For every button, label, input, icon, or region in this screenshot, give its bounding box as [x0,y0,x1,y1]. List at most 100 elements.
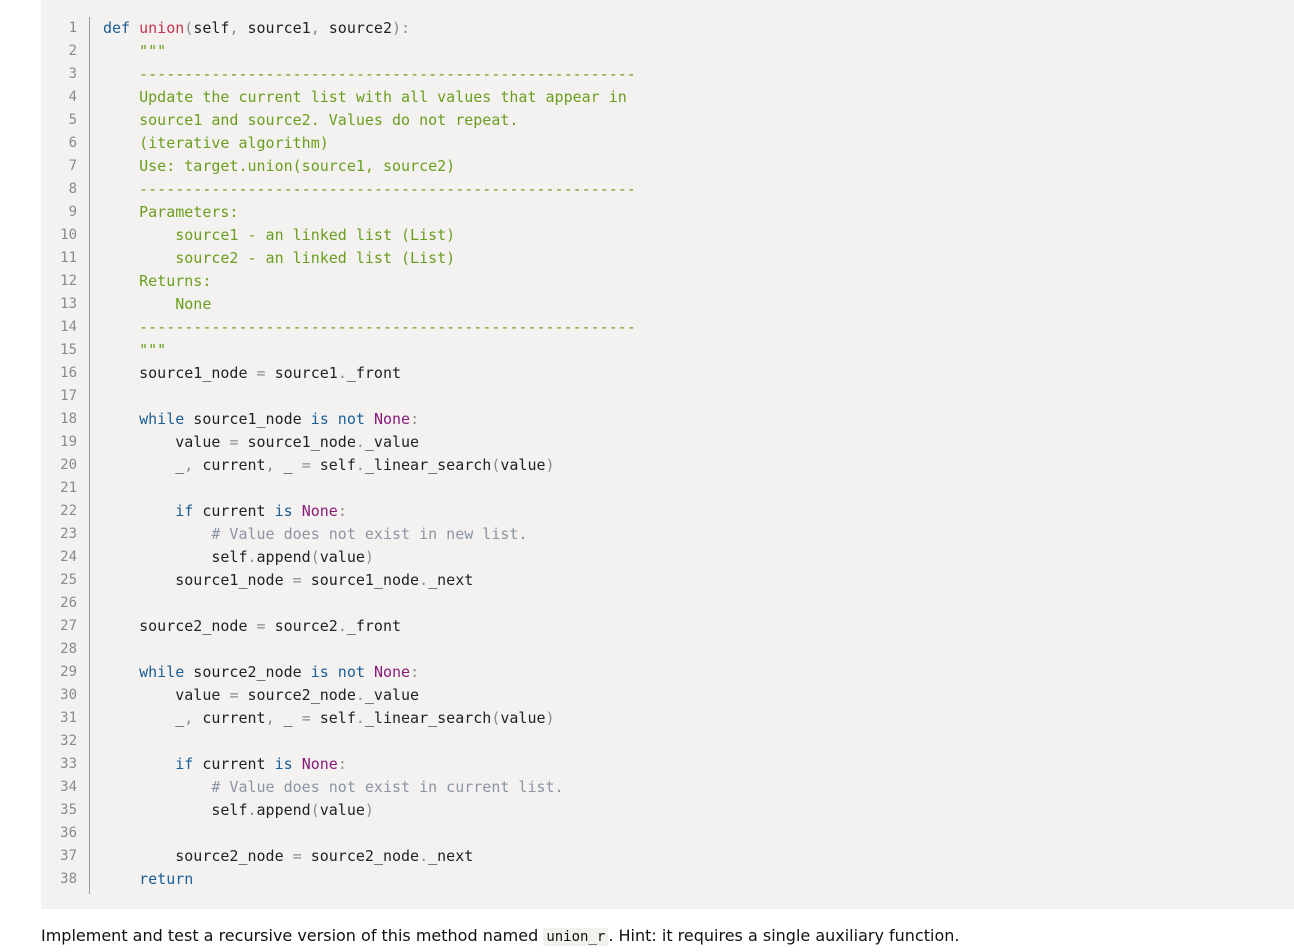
code-token: = [256,364,266,382]
line-number: 5 [68,112,77,128]
code-token: value [319,548,365,566]
code-text: source2_node = source2_node._next [103,845,473,868]
code-text: if current is None: [103,753,347,776]
code-token: _ [103,709,185,727]
code-token: : [337,502,347,520]
line-number: 24 [60,549,77,565]
line-number: 26 [60,595,77,611]
code-token: # Value does not exist in new list. [103,525,528,543]
code-token: value [103,433,230,451]
line-number: 9 [68,204,77,220]
code-text: source1 and source2. Values do not repea… [103,109,518,132]
code-text: ----------------------------------------… [103,63,636,86]
code-token: , [265,709,275,727]
code-token: if [103,755,194,773]
code-token: current [193,456,266,474]
code-line: 15 """ [41,339,1294,362]
code-token: source1_node [238,433,356,451]
code-text: """ [103,339,166,362]
code-token: : [410,410,420,428]
code-token: """ [103,42,167,60]
caption-text-after: . Hint: it requires a single auxiliary f… [608,926,960,945]
code-token: self [310,456,356,474]
code-text: (iterative algorithm) [103,132,329,155]
code-line: 16 source1_node = source1._front [41,362,1294,385]
code-token: . [419,847,429,865]
code-token: Update the current list with all values … [103,88,627,106]
line-number: 4 [68,89,77,105]
code-token: _next [428,847,474,865]
code-line: 33 if current is None: [41,753,1294,776]
line-number: 23 [60,526,77,542]
code-text: ----------------------------------------… [103,178,636,201]
code-token: ----------------------------------------… [103,318,636,336]
code-token: source2_node [184,663,311,681]
code-text: # Value does not exist in new list. [103,523,527,546]
line-number: 14 [60,319,77,335]
code-text: return [103,868,193,891]
code-text: """ [103,40,166,63]
code-text: None [103,293,211,316]
code-token: value [500,709,546,727]
line-number: 36 [60,825,77,841]
code-token: _next [428,571,474,589]
code-line: 17 [41,385,1294,408]
code-line: 4 Update the current list with all value… [41,86,1294,109]
code-token: None [301,755,338,773]
line-number: 6 [68,135,77,151]
code-token: source2 [265,617,338,635]
line-number: 29 [60,664,77,680]
code-line: 9 Parameters: [41,201,1294,224]
code-token: = [256,617,266,635]
code-token: ----------------------------------------… [103,180,636,198]
code-token: current [193,502,275,520]
line-number: 28 [60,641,77,657]
code-line: 13 None [41,293,1294,316]
code-text: Update the current list with all values … [103,86,627,109]
code-token: . [355,456,365,474]
code-text: ----------------------------------------… [103,316,636,339]
code-line: 12 Returns: [41,270,1294,293]
code-token: source1_node [301,571,420,589]
line-number: 31 [60,710,77,726]
code-line: 31 _, current, _ = self._linear_search(v… [41,707,1294,730]
code-text: value = source1_node._value [103,431,419,454]
code-token: _front [346,364,402,382]
code-token: None [103,295,212,313]
line-number: 7 [68,158,77,174]
code-token: ) [364,548,374,566]
line-number: 3 [68,66,77,82]
code-text: _, current, _ = self._linear_search(valu… [103,707,554,730]
code-token: source2_node [103,617,257,635]
code-line: 8 --------------------------------------… [41,178,1294,201]
code-token: , [184,456,194,474]
code-text: Use: target.union(source1, source2) [103,155,455,178]
code-line: 35 self.append(value) [41,799,1294,822]
code-token: source1_node [103,571,293,589]
code-token: def [103,19,140,37]
line-number: 10 [60,227,77,243]
code-token: _value [364,686,420,704]
code-line: 37 source2_node = source2_node._next [41,845,1294,868]
code-token: ----------------------------------------… [103,65,636,83]
code-token: append [256,801,311,819]
code-token: = [292,571,302,589]
code-line: 22 if current is None: [41,500,1294,523]
line-number: 37 [60,848,77,864]
code-token: . [355,686,365,704]
code-token: self [103,548,248,566]
code-token: source1 [265,364,338,382]
code-text: source1_node = source1._front [103,362,401,385]
line-number: 15 [60,342,77,358]
code-token: source2 - an linked list (List) [103,249,456,267]
code-line: 32 [41,730,1294,753]
code-token: value [103,686,230,704]
code-token: value [319,801,365,819]
code-token: . [337,364,347,382]
code-line: 23 # Value does not exist in new list. [41,523,1294,546]
code-token: = [301,456,311,474]
code-token: _ [103,456,185,474]
caption-text-before: Implement and test a recursive version o… [41,926,544,945]
line-number: 25 [60,572,77,588]
